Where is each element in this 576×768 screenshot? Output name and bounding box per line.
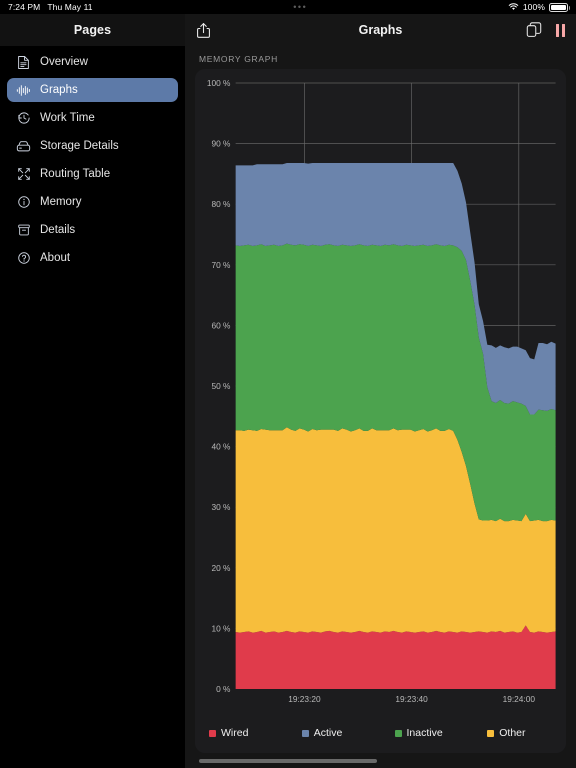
svg-text:50 %: 50 % [211,382,230,391]
toolbar: Graphs [185,14,576,46]
legend-label-active: Active [313,727,343,739]
legend-swatch-other [487,729,495,737]
pause-icon[interactable] [555,23,565,37]
section-title: Memory Graph [199,54,278,64]
sidebar-item-label: Routing Table [40,168,111,180]
sidebar-item-label: Graphs [40,84,78,96]
svg-text:100 %: 100 % [207,79,231,88]
status-time: 7:24 PM [8,2,41,12]
app-root: 7:24 PM Thu May 11 ••• 100% Pages Graphs… [0,0,576,768]
svg-text:20 %: 20 % [211,564,230,573]
sidebar: Overview Graphs Work Time Storage Detail… [0,46,185,768]
svg-text:19:23:20: 19:23:20 [288,695,321,704]
body: Overview Graphs Work Time Storage Detail… [0,46,576,768]
legend-item-wired[interactable]: Wired [195,727,288,739]
page-title: Graphs [358,23,403,37]
info-circle-icon [16,195,31,210]
legend-label-wired: Wired [221,727,249,739]
sidebar-header: Pages [0,14,185,46]
svg-text:70 %: 70 % [211,261,230,270]
wifi-icon [508,3,519,11]
legend-swatch-wired [209,729,216,737]
multitask-handle[interactable]: ••• [93,2,508,12]
svg-text:90 %: 90 % [211,140,230,149]
legend-swatch-active [301,729,309,737]
legend-label-inactive: Inactive [406,727,443,739]
drive-icon [16,139,31,154]
sidebar-item-label: Details [40,224,76,236]
home-indicator[interactable] [199,759,377,763]
sidebar-item-details[interactable]: Details [7,218,178,242]
sidebar-item-overview[interactable]: Overview [7,50,178,74]
sidebar-item-storage-details[interactable]: Storage Details [7,134,178,158]
archivebox-icon [16,223,31,238]
svg-text:30 %: 30 % [211,503,230,512]
svg-text:19:24:00: 19:24:00 [503,695,536,704]
sidebar-item-work-time[interactable]: Work Time [7,106,178,130]
svg-text:0 %: 0 % [216,685,230,694]
memory-graph-chart[interactable]: 0 % 10 % 20 % 30 % 40 % 50 % 60 % 70 % 80 % 90 % 1… [195,69,566,753]
status-date: Thu May 11 [47,2,93,12]
stacked-area-chart: 0 % 10 % 20 % 30 % 40 % 50 % 60 % 70 % 80 % 90 % 1… [195,69,566,753]
svg-text:19:23:40: 19:23:40 [395,695,428,704]
legend-item-other[interactable]: Other [473,727,566,739]
sidebar-item-about[interactable]: About [7,246,178,270]
legend-item-active[interactable]: Active [288,727,381,739]
multitask-dots-icon: ••• [293,2,308,12]
svg-text:10 %: 10 % [211,625,230,634]
arrows-expand-icon [16,167,31,182]
status-bar-right: 100% [508,2,570,12]
sidebar-title: Pages [73,23,112,37]
svg-text:80 %: 80 % [211,200,230,209]
legend-swatch-inactive [394,729,402,737]
sidebar-item-routing-table[interactable]: Routing Table [7,162,178,186]
question-circle-icon [16,251,31,266]
sidebar-item-label: Memory [40,196,82,208]
sidebar-item-memory[interactable]: Memory [7,190,178,214]
sidebar-item-graphs[interactable]: Graphs [7,78,178,102]
waveform-icon [16,83,31,98]
svg-text:40 %: 40 % [211,443,230,452]
battery-percent-label: 100% [522,2,545,12]
clock-arrow-icon [16,111,31,126]
status-bar-left: 7:24 PM Thu May 11 [8,2,93,12]
chart-legend: Wired Active Inactive Other [195,727,566,739]
document-icon [16,55,31,70]
share-icon[interactable] [196,22,211,39]
battery-icon [549,2,570,12]
sidebar-item-label: Work Time [40,112,95,124]
status-bar: 7:24 PM Thu May 11 ••• 100% [0,0,576,14]
sidebar-item-label: Overview [40,56,88,68]
nav-bar: Pages Graphs [0,14,576,46]
sidebar-item-label: About [40,252,71,264]
legend-label-other: Other [499,727,526,739]
content-area: Memory Graph 0 % 10 % 20 % 30 % 40 % 50 % 60 %… [185,46,576,768]
legend-item-inactive[interactable]: Inactive [381,727,474,739]
svg-text:60 %: 60 % [211,322,230,331]
sidebar-item-label: Storage Details [40,140,119,152]
copy-icon[interactable] [526,22,542,38]
memory-graph-card: 0 % 10 % 20 % 30 % 40 % 50 % 60 % 70 % 80 % 90 % 1… [195,69,566,753]
